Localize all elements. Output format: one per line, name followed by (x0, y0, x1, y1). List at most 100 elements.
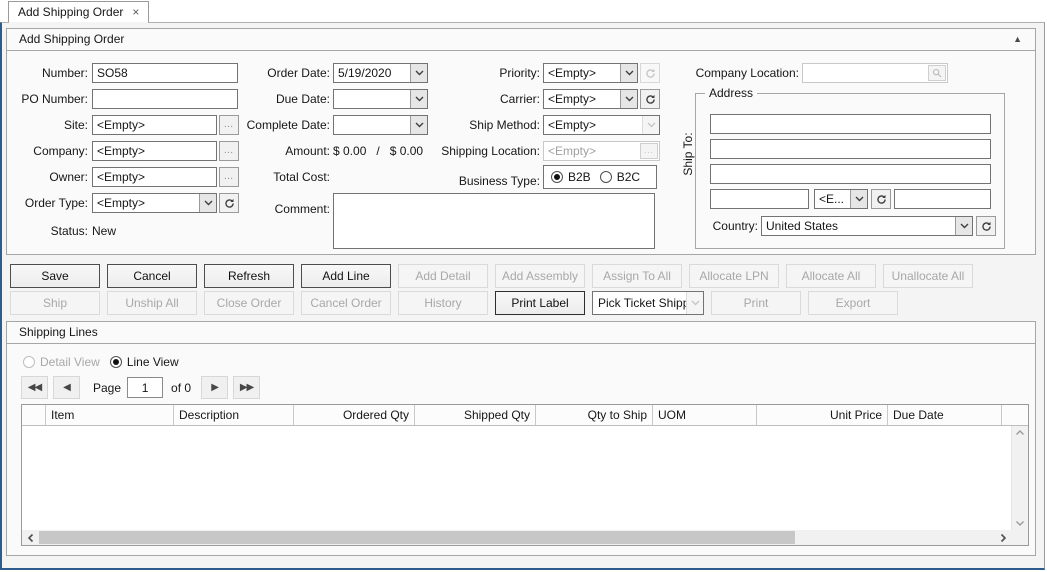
line-view-label: Line View (126, 355, 179, 369)
next-page-button[interactable]: ▶ (201, 376, 229, 399)
scroll-left-icon[interactable] (22, 530, 38, 545)
print-type-combo[interactable]: Pick Ticket Shipp... (592, 291, 704, 315)
priority-value: <Empty> (548, 66, 597, 80)
page-number-input[interactable] (127, 377, 164, 398)
assign-to-all-button: Assign To All (592, 264, 682, 288)
print-label-button[interactable]: Print Label (495, 291, 585, 315)
ship-method-value: <Empty> (548, 118, 597, 132)
address-line3-field[interactable] (710, 164, 991, 184)
grid-body[interactable] (22, 426, 1011, 530)
ship-method-combo[interactable]: <Empty> (543, 115, 660, 135)
shipping-location-field: <Empty> … (543, 141, 660, 161)
collapse-icon[interactable]: ▲ (1013, 29, 1022, 50)
total-cost-label: Total Cost: (273, 170, 330, 184)
grid-header-uom[interactable]: UOM (653, 405, 757, 425)
horizontal-scroll-thumb[interactable] (39, 531, 796, 544)
toolbar-row-2: Ship Unship All Close Order Cancel Order… (10, 291, 898, 315)
company-field[interactable]: <Empty> (92, 141, 217, 161)
site-field[interactable]: <Empty> (92, 115, 217, 135)
scroll-right-icon[interactable] (995, 530, 1011, 545)
order-type-combo[interactable]: <Empty> (92, 193, 217, 213)
address-line2-field[interactable] (710, 139, 991, 159)
allocate-lpn-button: Allocate LPN (689, 264, 779, 288)
ship-button: Ship (10, 291, 100, 315)
chevron-down-icon[interactable] (850, 190, 867, 208)
vertical-scrollbar[interactable] (1011, 426, 1028, 530)
tab-add-shipping-order[interactable]: Add Shipping Order × (8, 1, 150, 23)
priority-combo[interactable]: <Empty> (543, 63, 638, 83)
cancel-button[interactable]: Cancel (107, 264, 197, 288)
horizontal-scrollbar[interactable] (22, 530, 1011, 545)
address-line1-field[interactable] (710, 114, 991, 134)
order-date-value: 5/19/2020 (338, 66, 392, 80)
b2b-radio[interactable] (551, 171, 563, 183)
country-combo[interactable]: United States (761, 216, 973, 236)
carrier-value: <Empty> (548, 92, 597, 106)
grid-header-qty-to-ship[interactable]: Qty to Ship (536, 405, 653, 425)
chevron-down-icon[interactable] (620, 64, 637, 82)
owner-field[interactable]: <Empty> (92, 167, 217, 187)
country-refresh-button[interactable] (976, 216, 996, 236)
refresh-icon (645, 94, 655, 104)
page-of-label: of 0 (171, 380, 192, 395)
b2b-radio-label: B2B (568, 170, 591, 184)
carrier-combo[interactable]: <Empty> (543, 89, 638, 109)
grid-header-unit-price[interactable]: Unit Price (757, 405, 888, 425)
postal-code-field[interactable] (894, 189, 991, 209)
shipping-location-label: Shipping Location: (441, 144, 540, 158)
po-number-label: PO Number: (21, 92, 88, 106)
chevron-down-icon[interactable] (199, 194, 216, 212)
number-field[interactable] (92, 63, 238, 83)
refresh-icon (981, 221, 991, 231)
chevron-down-icon (686, 292, 703, 314)
unallocate-all-button: Unallocate All (883, 264, 973, 288)
toolbar-row-1: Save Cancel Refresh Add Line Add Detail … (10, 264, 973, 288)
company-label: Company: (33, 144, 88, 158)
carrier-refresh-button[interactable] (640, 89, 660, 109)
scroll-down-icon[interactable] (1015, 520, 1025, 527)
chevron-down-icon[interactable] (955, 217, 972, 235)
order-date-picker[interactable]: 5/19/2020 (333, 63, 428, 83)
comment-label: Comment: (274, 202, 330, 216)
state-combo[interactable]: <E... (814, 189, 868, 209)
ship-to-label: Ship To: (681, 132, 695, 176)
state-refresh-button[interactable] (871, 189, 891, 209)
order-panel-title: Add Shipping Order (19, 32, 125, 46)
unship-all-button: Unship All (107, 291, 197, 315)
export-button: Export (808, 291, 898, 315)
due-date-label: Due Date: (275, 92, 330, 106)
line-view-radio[interactable] (109, 356, 122, 368)
chevron-down-icon[interactable] (620, 90, 637, 108)
comment-field[interactable] (333, 193, 655, 249)
address-group: Address <E... Country: United States (695, 86, 1005, 249)
grid-header-filler (1002, 405, 1028, 425)
number-label: Number: (41, 66, 88, 80)
status-value: New (92, 224, 117, 238)
due-date-picker[interactable] (333, 89, 428, 109)
refresh-button[interactable]: Refresh (204, 264, 294, 288)
grid-header-ordered-qty[interactable]: Ordered Qty (294, 405, 415, 425)
grid-header-item[interactable]: Item (46, 405, 174, 425)
last-page-button[interactable]: ▶▶ (233, 376, 261, 399)
add-assembly-button: Add Assembly (495, 264, 585, 288)
next-page-icon: ▶ (211, 382, 219, 393)
add-line-button[interactable]: Add Line (301, 264, 391, 288)
save-button[interactable]: Save (10, 264, 100, 288)
complete-date-label: Complete Date: (246, 118, 330, 132)
grid-header-shipped-qty[interactable]: Shipped Qty (415, 405, 536, 425)
first-page-button[interactable]: ◀◀ (21, 376, 48, 399)
city-field[interactable] (710, 189, 809, 209)
history-button: History (398, 291, 488, 315)
grid-header-row: Item Description Ordered Qty Shipped Qty… (22, 405, 1028, 426)
b2c-radio[interactable] (599, 171, 612, 183)
b2c-radio-label: B2C (616, 170, 641, 184)
due-date-value (334, 90, 410, 108)
previous-page-button[interactable]: ◀ (53, 376, 80, 399)
grid-header-description[interactable]: Description (174, 405, 294, 425)
complete-date-picker[interactable] (333, 115, 428, 135)
close-icon[interactable]: × (132, 6, 139, 18)
horizontal-scroll-track[interactable] (38, 530, 995, 545)
grid-header-due-date[interactable]: Due Date (888, 405, 1002, 425)
po-number-field[interactable] (92, 89, 238, 109)
scroll-up-icon[interactable] (1015, 429, 1025, 436)
